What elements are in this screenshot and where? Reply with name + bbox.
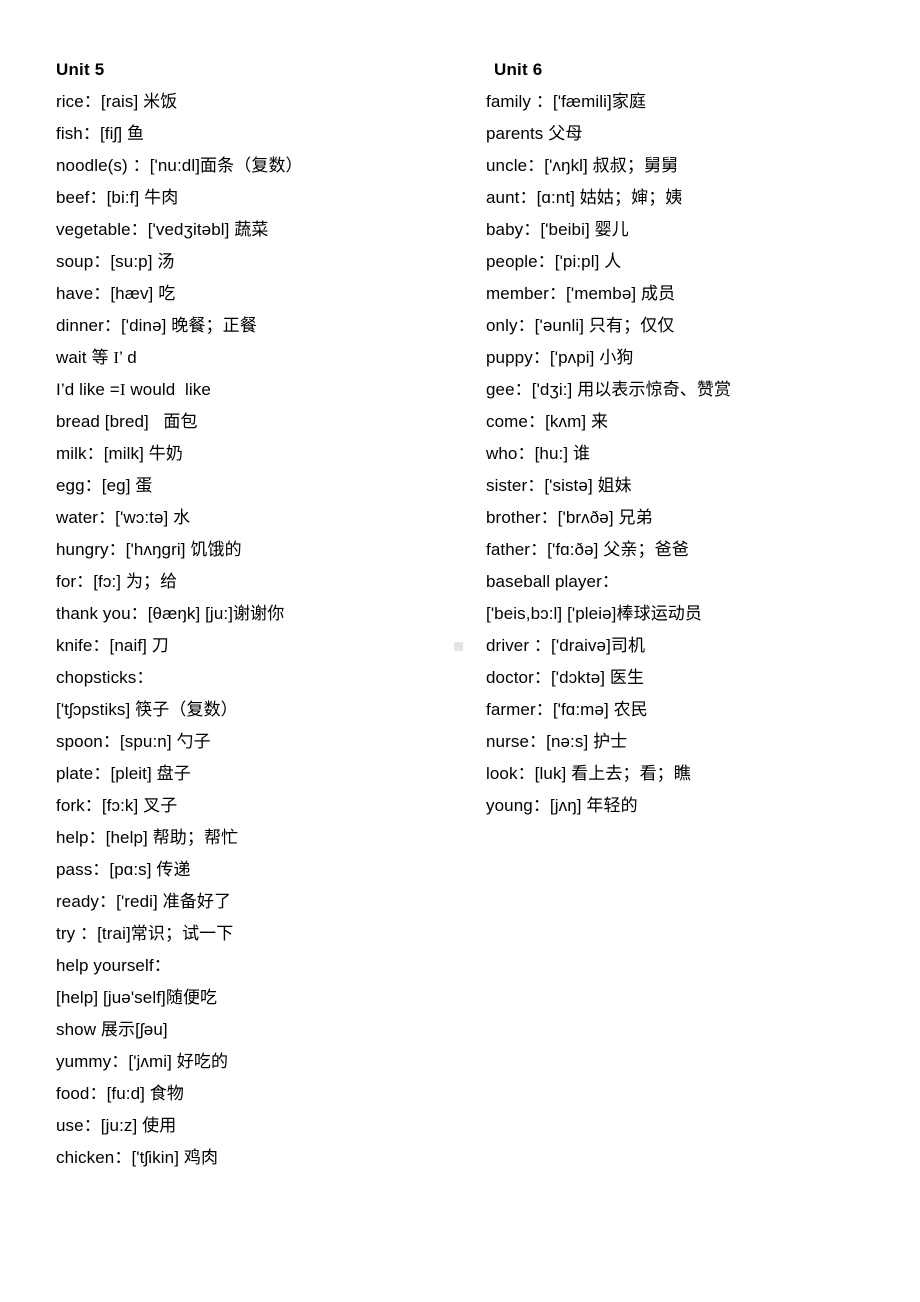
vocabulary-entry: family ：['fæmili]家庭 — [486, 92, 647, 111]
vocabulary-entry: try ：[trai]常识；试一下 — [56, 924, 234, 943]
vocabulary-entry: for：[fɔ:] 为；给 — [56, 572, 178, 591]
vocabulary-entry: chopsticks： — [56, 668, 154, 687]
page-artifact-mark — [454, 642, 463, 651]
vocabulary-page: Unit 5 rice：[rais] 米饭 fish：[fiʃ] 鱼 noodle(… — [0, 0, 920, 1302]
vocabulary-entry: ready：['redi] 准备好了 — [56, 892, 232, 911]
unit-5-entry-list: rice：[rais] 米饭 fish：[fiʃ] 鱼 noodle(s) ：['n… — [56, 86, 466, 1174]
vocabulary-entry: spoon：[spu:n] 勺子 — [56, 732, 211, 751]
vocabulary-entry: thank you：[θæŋk] [ju:]谢谢你 — [56, 604, 285, 623]
vocabulary-entry: uncle：['ʌŋkl] 叔叔；舅舅 — [486, 156, 679, 175]
vocabulary-entry: have：[hæv] 吃 — [56, 284, 176, 303]
vocabulary-entry: dinner：['dinə] 晚餐；正餐 — [56, 316, 257, 335]
serif-capital-i: I — [119, 380, 126, 399]
vocabulary-entry: doctor：['dɔktə] 医生 — [486, 668, 645, 687]
vocabulary-entry: parents 父母 — [486, 124, 583, 143]
vocabulary-entry: baseball player： — [486, 572, 619, 591]
vocabulary-entry: young：[jʌŋ] 年轻的 — [486, 796, 638, 815]
vocabulary-entry: aunt：[ɑ:nt] 姑姑；婶；姨 — [486, 188, 683, 207]
vocabulary-entry: show 展示[ʃəu] — [56, 1020, 168, 1039]
vocabulary-entry: chicken：['tʃikin] 鸡肉 — [56, 1148, 219, 1167]
vocabulary-entry: who：[hu:] 谁 — [486, 444, 591, 463]
vocabulary-entry: father：['fɑ:ðə] 父亲；爸爸 — [486, 540, 689, 559]
vocabulary-entry: water：['wɔ:tə] 水 — [56, 508, 191, 527]
vocabulary-entry: plate：[pleit] 盘子 — [56, 764, 191, 783]
unit-5-heading: Unit 5 — [56, 60, 105, 79]
vocabulary-entry: bread [bred] 面包 — [56, 412, 198, 431]
vocabulary-entry: baby：['beibi] 婴儿 — [486, 220, 629, 239]
vocabulary-entry: farmer：['fɑ:mə] 农民 — [486, 700, 648, 719]
serif-capital-i: I — [113, 348, 120, 367]
vocabulary-entry: sister：['sistə] 姐妹 — [486, 476, 632, 495]
vocabulary-entry: ['beis,bɔ:l] ['pleiə]棒球运动员 — [486, 604, 702, 623]
unit-6-entry-list: family ：['fæmili]家庭 parents 父母 uncle：['ʌŋk… — [486, 86, 896, 822]
vocabulary-entry: only：['əunli] 只有；仅仅 — [486, 316, 675, 335]
vocabulary-entry: milk：[milk] 牛奶 — [56, 444, 183, 463]
vocabulary-entry: [help] [juə'self]随便吃 — [56, 988, 218, 1007]
vocabulary-entry: knife：[naif] 刀 — [56, 636, 169, 655]
vocabulary-entry: come：[kʌm] 来 — [486, 412, 609, 431]
vocabulary-entry: help yourself： — [56, 956, 171, 975]
unit-6-heading: Unit 6 — [494, 60, 543, 79]
vocabulary-entry: hungry：['hʌŋgri] 饥饿的 — [56, 540, 242, 559]
vocabulary-entry: nurse：[nə:s] 护士 — [486, 732, 628, 751]
vocabulary-entry: help：[help] 帮助；帮忙 — [56, 828, 239, 847]
vocabulary-entry: rice：[rais] 米饭 — [56, 92, 178, 111]
vocabulary-entry: vegetable：['vedʒitəbl] 蔬菜 — [56, 220, 269, 239]
vocabulary-entry: fork：[fɔ:k] 叉子 — [56, 796, 178, 815]
vocabulary-entry: yummy：['jʌmi] 好吃的 — [56, 1052, 229, 1071]
vocabulary-entry: people：['pi:pl] 人 — [486, 252, 622, 271]
unit-5-column: Unit 5 rice：[rais] 米饭 fish：[fiʃ] 鱼 noodle(… — [56, 54, 466, 1174]
vocabulary-entry: noodle(s) ：['nu:dl]面条（复数） — [56, 156, 303, 175]
vocabulary-entry: use：[ju:z] 使用 — [56, 1116, 177, 1135]
vocabulary-entry: soup：[su:p] 汤 — [56, 252, 175, 271]
vocabulary-entry: food：[fu:d] 食物 — [56, 1084, 185, 1103]
vocabulary-entry: driver ：['draivə]司机 — [486, 636, 646, 655]
vocabulary-entry: member：['membə] 成员 — [486, 284, 676, 303]
vocabulary-entry: egg：[eg] 蛋 — [56, 476, 153, 495]
vocabulary-entry: beef：[bi:f] 牛肉 — [56, 188, 179, 207]
vocabulary-entry: gee：['dʒi:] 用以表示惊奇、赞赏 — [486, 380, 732, 399]
vocabulary-entry: wait 等 I’ d — [56, 348, 137, 367]
vocabulary-entry: ['tʃɔpstiks] 筷子（复数） — [56, 700, 238, 719]
vocabulary-entry: brother：['brʌðə] 兄弟 — [486, 508, 653, 527]
vocabulary-entry: pass：[pɑ:s] 传递 — [56, 860, 191, 879]
unit-6-column: Unit 6 family ：['fæmili]家庭 parents 父母 uncl… — [486, 54, 896, 822]
vocabulary-entry: I’d like =I would like — [56, 380, 211, 399]
vocabulary-entry: puppy：['pʌpi] 小狗 — [486, 348, 634, 367]
vocabulary-entry: look：[luk] 看上去；看；瞧 — [486, 764, 691, 783]
vocabulary-entry: fish：[fiʃ] 鱼 — [56, 124, 145, 143]
